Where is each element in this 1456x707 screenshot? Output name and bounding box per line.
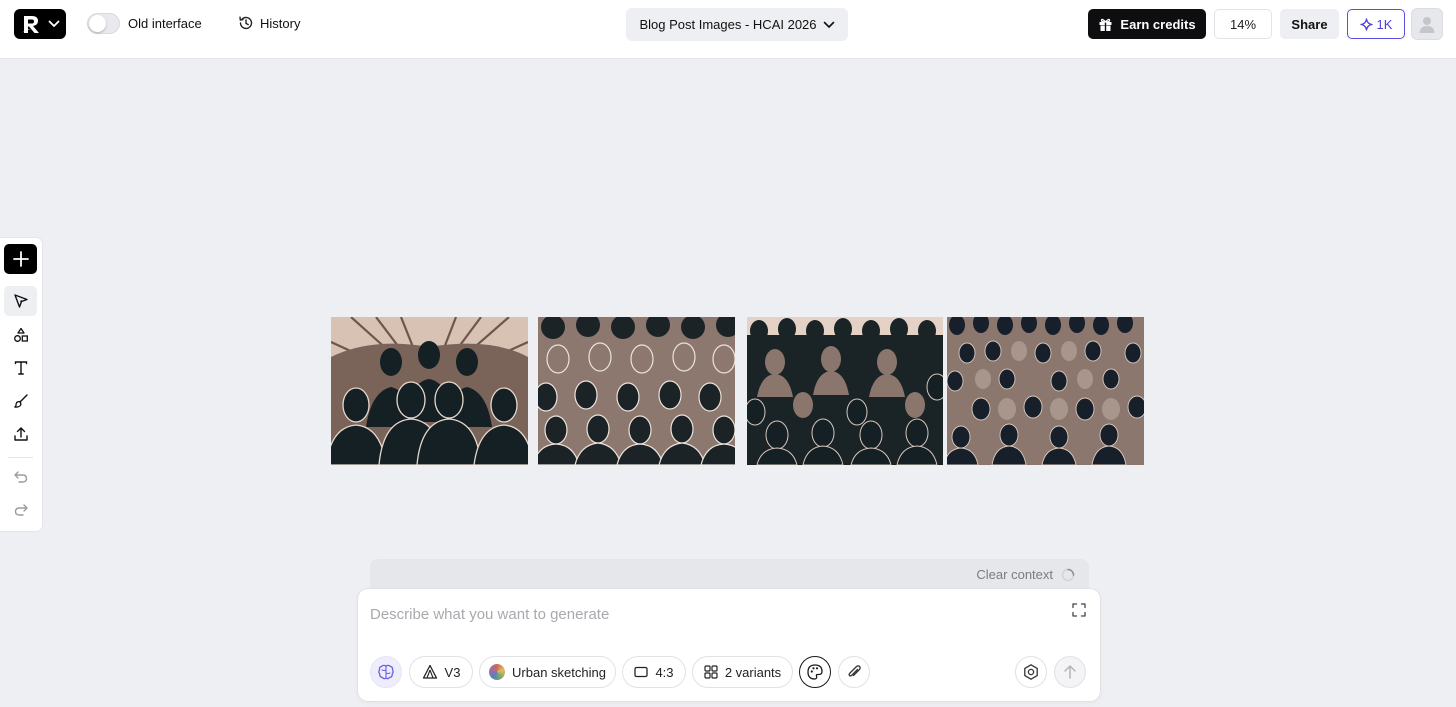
project-selector[interactable]: Blog Post Images - HCAI 2026 xyxy=(626,8,848,41)
gift-icon xyxy=(1099,18,1112,31)
app-menu-button[interactable] xyxy=(14,9,66,39)
toggle-knob xyxy=(89,15,106,32)
app-logo-icon xyxy=(22,16,39,33)
generate-button[interactable] xyxy=(1054,656,1086,688)
prompt-composer: V3 Urban sketching 4:3 2 variants xyxy=(358,589,1100,701)
text-tool[interactable] xyxy=(4,353,37,383)
toolbar-divider xyxy=(8,457,33,458)
color-palette-button[interactable] xyxy=(799,656,831,688)
pen-cursor-icon xyxy=(13,294,28,308)
aspect-ratio-label: 4:3 xyxy=(655,664,674,680)
sparkle-icon xyxy=(1359,17,1373,31)
zoom-level-button[interactable]: 14% xyxy=(1214,9,1272,39)
palette-icon xyxy=(807,664,823,680)
chevron-down-icon xyxy=(48,20,60,27)
left-toolbar xyxy=(0,238,42,531)
smart-mode-button[interactable] xyxy=(370,656,402,688)
chevron-down-icon xyxy=(823,21,834,28)
text-icon xyxy=(14,361,27,375)
model-logo-icon xyxy=(422,664,437,679)
redo-icon xyxy=(14,504,28,516)
user-icon xyxy=(1419,17,1435,33)
upload-icon xyxy=(13,427,28,441)
generated-image-1[interactable] xyxy=(331,317,528,465)
earn-credits-label: Earn credits xyxy=(1120,16,1196,32)
shapes-tool[interactable] xyxy=(4,320,37,350)
old-interface-label: Old interface xyxy=(128,16,202,31)
undo-icon xyxy=(13,471,27,483)
earn-credits-button[interactable]: Earn credits xyxy=(1088,9,1206,39)
brush-icon xyxy=(13,394,28,408)
upload-tool[interactable] xyxy=(4,419,37,449)
prompt-input[interactable] xyxy=(370,603,1050,625)
top-bar: Old interface History Blog Post Images -… xyxy=(0,0,1456,59)
history-icon xyxy=(239,16,253,30)
settings-icon xyxy=(1024,664,1038,680)
generated-image-3[interactable] xyxy=(747,317,943,465)
style-label: Urban sketching xyxy=(512,664,606,680)
old-interface-toggle[interactable] xyxy=(87,13,120,34)
generated-image-2[interactable] xyxy=(538,317,735,465)
brain-icon xyxy=(378,664,394,680)
clear-context-button[interactable]: Clear context xyxy=(976,567,1075,582)
history-label: History xyxy=(260,15,301,31)
generated-image-4[interactable] xyxy=(947,317,1144,465)
style-selector[interactable]: Urban sketching xyxy=(479,656,616,688)
history-button[interactable]: History xyxy=(238,15,300,31)
model-label: V3 xyxy=(444,664,461,680)
arrow-up-icon xyxy=(1064,665,1076,679)
clear-context-label: Clear context xyxy=(976,567,1053,582)
style-thumbnail xyxy=(489,664,506,680)
credits-label: 1K xyxy=(1376,16,1393,32)
grid-icon xyxy=(704,665,718,679)
paperclip-icon xyxy=(848,665,861,677)
plus-icon xyxy=(12,251,29,267)
variants-label: 2 variants xyxy=(724,664,782,680)
model-selector[interactable]: V3 xyxy=(409,656,473,688)
add-button[interactable] xyxy=(4,244,37,274)
settings-button[interactable] xyxy=(1015,656,1047,688)
select-tool[interactable] xyxy=(4,286,37,316)
shapes-icon xyxy=(13,327,28,342)
aspect-ratio-icon xyxy=(634,666,649,678)
project-title: Blog Post Images - HCAI 2026 xyxy=(639,17,817,32)
loading-spinner-icon xyxy=(1061,568,1075,581)
share-button[interactable]: Share xyxy=(1280,9,1339,39)
expand-icon[interactable] xyxy=(1072,603,1086,617)
credits-button[interactable]: 1K xyxy=(1347,9,1405,39)
undo-button[interactable] xyxy=(4,461,37,491)
attach-button[interactable] xyxy=(838,656,870,688)
aspect-ratio-selector[interactable]: 4:3 xyxy=(622,656,686,688)
user-avatar[interactable] xyxy=(1411,8,1443,40)
redo-button[interactable] xyxy=(4,494,37,524)
brush-tool[interactable] xyxy=(4,386,37,416)
variants-selector[interactable]: 2 variants xyxy=(692,656,793,688)
